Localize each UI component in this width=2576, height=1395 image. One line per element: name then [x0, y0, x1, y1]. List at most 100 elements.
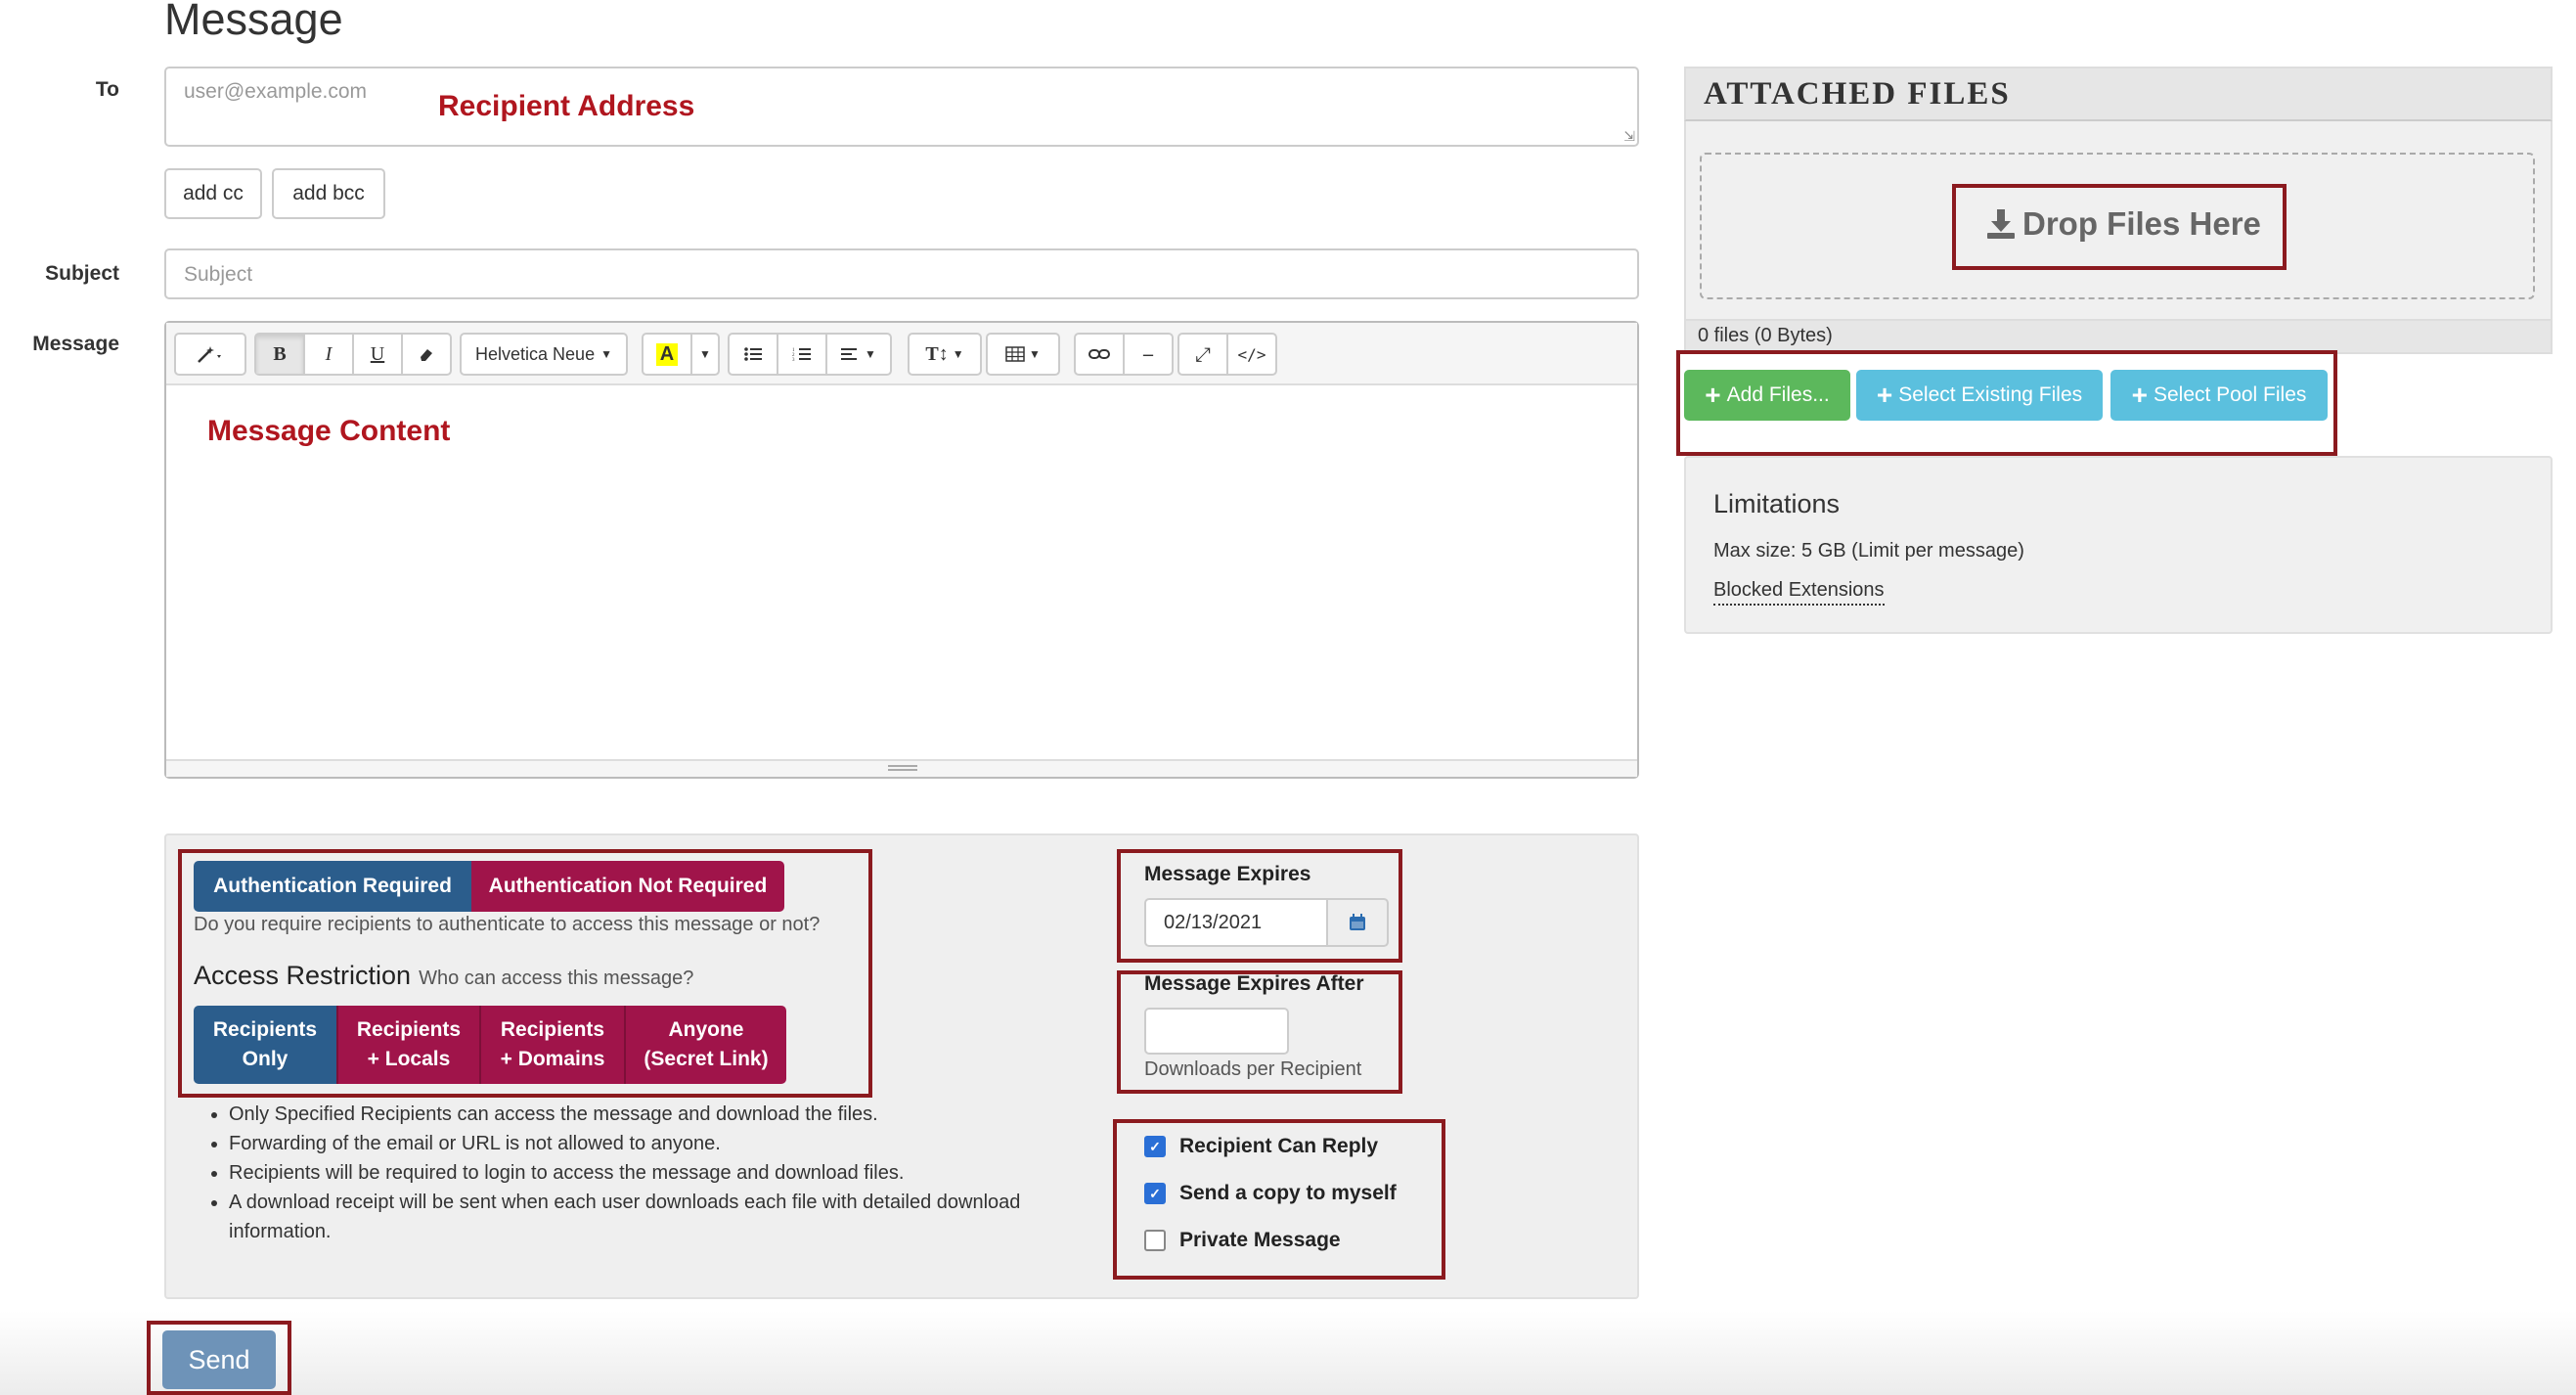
calendar-icon[interactable] [1326, 898, 1389, 947]
message-label: Message [32, 333, 119, 355]
checkbox-unchecked[interactable] [1144, 1230, 1166, 1251]
send-copy-option[interactable]: ✓ Send a copy to myself [1144, 1182, 1397, 1205]
link-icon[interactable] [1076, 335, 1125, 374]
list-item: A download receipt will be sent when eac… [229, 1188, 1074, 1246]
toolbar-group-para: 123 ▼ [728, 333, 892, 376]
expires-label: Message Expires [1144, 863, 1311, 885]
select-pool-label: Select Pool Files [2153, 383, 2307, 406]
send-button[interactable]: Send [162, 1330, 276, 1389]
download-icon [1987, 209, 2015, 239]
toolbar-group-style [174, 333, 246, 376]
recipient-can-reply-option[interactable]: ✓ Recipient Can Reply [1144, 1135, 1378, 1158]
access-heading: Access Restriction Who can access this m… [194, 961, 693, 991]
to-field[interactable]: user@example.com Recipient Address ⇲ [164, 67, 1639, 147]
footer-bar [0, 1311, 2576, 1395]
auth-toggle: Authentication Required Authentication N… [194, 861, 784, 912]
access-toggle: Recipients Only Recipients + Locals Reci… [194, 1006, 786, 1084]
toolbar-group-color: A ▼ [642, 333, 720, 376]
text-size-icon: T↕ [925, 342, 949, 365]
text-color-icon: A [655, 342, 679, 366]
checkbox-checked[interactable]: ✓ [1144, 1183, 1166, 1204]
subject-label: Subject [45, 262, 119, 285]
send-copy-label: Send a copy to myself [1179, 1182, 1397, 1204]
drop-files-label: Drop Files Here [2022, 205, 2261, 242]
resize-handle-icon[interactable]: ⇲ [1623, 128, 1635, 145]
select-existing-files-button[interactable]: + Select Existing Files [1856, 370, 2103, 421]
access-recipients-domains[interactable]: Recipients + Domains [479, 1006, 624, 1084]
list-item: Recipients will be required to login to … [229, 1158, 1074, 1188]
select-existing-label: Select Existing Files [1898, 383, 2083, 406]
toolbar-group-font: B I U [254, 333, 452, 376]
access-subtitle: Who can access this message? [419, 968, 694, 989]
toolbar-group-table: ▼ [986, 333, 1060, 376]
underline-button[interactable]: U [354, 335, 403, 374]
downloads-per-recipient-input[interactable] [1144, 1008, 1289, 1055]
select-pool-files-button[interactable]: + Select Pool Files [2110, 370, 2328, 421]
access-option-line1: Recipients [212, 1018, 318, 1041]
message-editor: B I U Helvetica Neue ▼ A ▼ 123 ▼ T↕ ▼ ▼ … [164, 321, 1639, 779]
chevron-down-icon: ▼ [600, 347, 612, 361]
subject-placeholder: Subject [184, 263, 253, 286]
expires-date-input[interactable]: 02/13/2021 [1144, 898, 1326, 947]
add-files-button[interactable]: + Add Files... [1684, 370, 1850, 421]
access-option-line1: Recipients [356, 1018, 462, 1041]
access-recipients-locals[interactable]: Recipients + Locals [336, 1006, 479, 1084]
code-view-button[interactable]: </> [1228, 335, 1275, 374]
text-color-button[interactable]: A [644, 335, 692, 374]
auth-help-text: Do you require recipients to authenticat… [194, 914, 821, 935]
bold-button[interactable]: B [256, 335, 305, 374]
private-message-option[interactable]: Private Message [1144, 1229, 1341, 1252]
access-anyone-secret-link[interactable]: Anyone (Secret Link) [624, 1006, 786, 1084]
svg-text:3: 3 [792, 358, 795, 362]
attached-files-title: ATTACHED FILES [1704, 76, 2011, 112]
table-icon[interactable]: ▼ [988, 335, 1058, 374]
access-description: Only Specified Recipients can access the… [194, 1100, 1074, 1246]
max-size-text: Max size: 5 GB (Limit per message) [1713, 540, 2024, 562]
files-count: 0 files (0 Bytes) [1698, 325, 1833, 346]
limitations-panel: Limitations Max size: 5 GB (Limit per me… [1684, 456, 2553, 634]
limitations-title: Limitations [1713, 489, 1841, 518]
toolbar-group-size: T↕ ▼ [908, 333, 982, 376]
access-option-line2: (Secret Link) [644, 1048, 769, 1070]
add-bcc-button[interactable]: add bcc [272, 168, 385, 219]
drop-files-label-wrap: Drop Files Here [1985, 205, 2261, 243]
plus-icon: + [1876, 380, 1893, 410]
access-option-line2: + Domains [500, 1048, 605, 1070]
auth-not-required-button[interactable]: Authentication Not Required [471, 861, 784, 912]
align-icon[interactable]: ▼ [827, 335, 890, 374]
eraser-icon[interactable] [403, 335, 450, 374]
color-dropdown-icon[interactable]: ▼ [692, 335, 718, 374]
access-option-line1: Anyone [668, 1018, 744, 1041]
add-files-label: Add Files... [1726, 383, 1830, 406]
blocked-extensions-link[interactable]: Blocked Extensions [1713, 579, 1885, 606]
to-placeholder: user@example.com [184, 80, 368, 103]
editor-resize-bar[interactable] [166, 759, 1637, 777]
italic-button[interactable]: I [305, 335, 354, 374]
plus-icon: + [2131, 380, 2148, 410]
grip-icon [888, 765, 917, 771]
font-family-dropdown[interactable]: Helvetica Neue ▼ [460, 333, 628, 376]
ordered-list-icon[interactable]: 123 [778, 335, 827, 374]
access-recipients-only[interactable]: Recipients Only [194, 1006, 336, 1084]
recipient-address-annotation: Recipient Address [438, 90, 695, 122]
recipient-can-reply-label: Recipient Can Reply [1179, 1135, 1379, 1157]
expires-date-picker: 02/13/2021 [1144, 898, 1389, 947]
subject-input[interactable]: Subject [164, 248, 1639, 299]
fullscreen-button[interactable]: ⤢ [1179, 335, 1228, 374]
magic-wand-icon[interactable] [176, 335, 244, 374]
message-content-area[interactable]: Message Content [166, 385, 1637, 759]
horizontal-rule-button[interactable]: – [1125, 335, 1172, 374]
to-label: To [95, 78, 119, 101]
add-cc-button[interactable]: add cc [164, 168, 262, 219]
access-title: Access Restriction [194, 961, 412, 990]
expires-after-label: Message Expires After [1144, 972, 1364, 995]
private-message-label: Private Message [1179, 1229, 1341, 1251]
toolbar-group-view: ⤢ </> [1177, 333, 1277, 376]
attached-files-header: ATTACHED FILES [1684, 67, 2553, 121]
message-content-annotation: Message Content [207, 415, 451, 447]
list-item: Forwarding of the email or URL is not al… [229, 1129, 1074, 1158]
text-size-button[interactable]: T↕ ▼ [910, 335, 980, 374]
auth-required-button[interactable]: Authentication Required [194, 861, 471, 912]
checkbox-checked[interactable]: ✓ [1144, 1136, 1166, 1157]
unordered-list-icon[interactable] [730, 335, 778, 374]
